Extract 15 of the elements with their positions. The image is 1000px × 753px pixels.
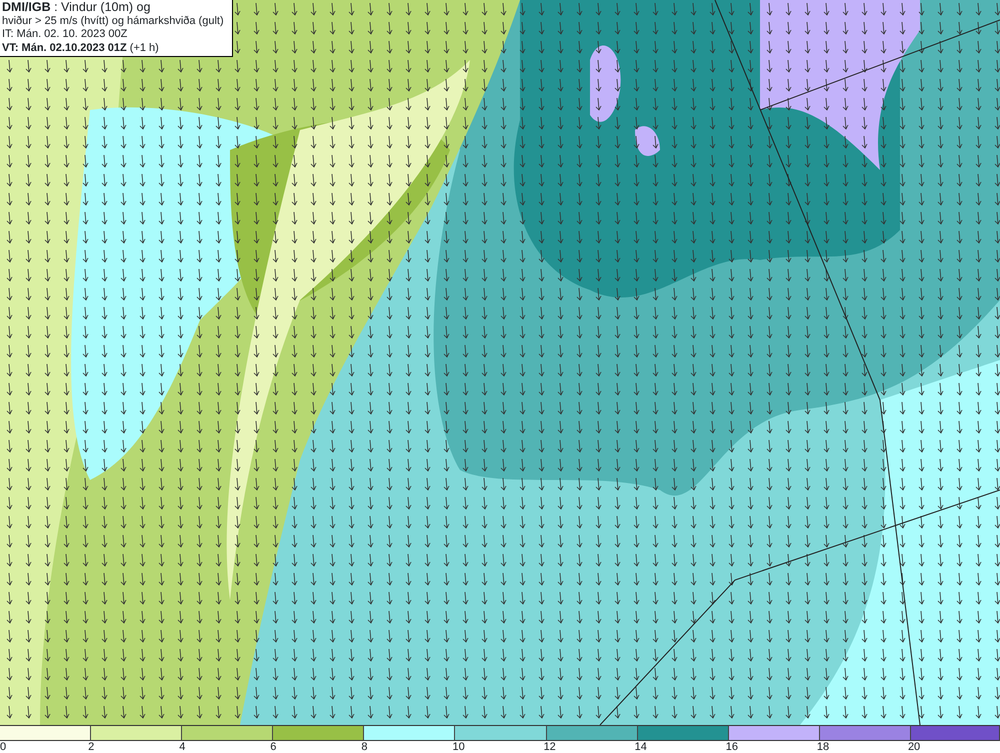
title-line: hviður > 25 m/s (hvítt) og hámarkshviða (gult) bbox=[2, 14, 225, 28]
title-line: DMI/IGB : Vindur (10m) og bbox=[2, 1, 152, 14]
legend-label: 6 bbox=[270, 741, 276, 753]
legend-label: 0 bbox=[0, 741, 6, 753]
legend-label: 8 bbox=[361, 741, 368, 753]
legend-label: 20 bbox=[908, 741, 920, 753]
legend-label: 14 bbox=[634, 741, 647, 753]
title-line: IT: Mán. 02. 10. 2023 00Z bbox=[2, 28, 128, 42]
legend-label: 18 bbox=[816, 741, 830, 753]
legend-label: 2 bbox=[88, 741, 94, 753]
legend-label: 4 bbox=[179, 741, 186, 753]
legend-label: 12 bbox=[544, 741, 556, 753]
title-line: VT: Mán. 02.10.2023 01Z (+1 h) bbox=[2, 42, 160, 55]
legend-label: 16 bbox=[726, 741, 738, 753]
legend-label: 10 bbox=[452, 741, 465, 753]
